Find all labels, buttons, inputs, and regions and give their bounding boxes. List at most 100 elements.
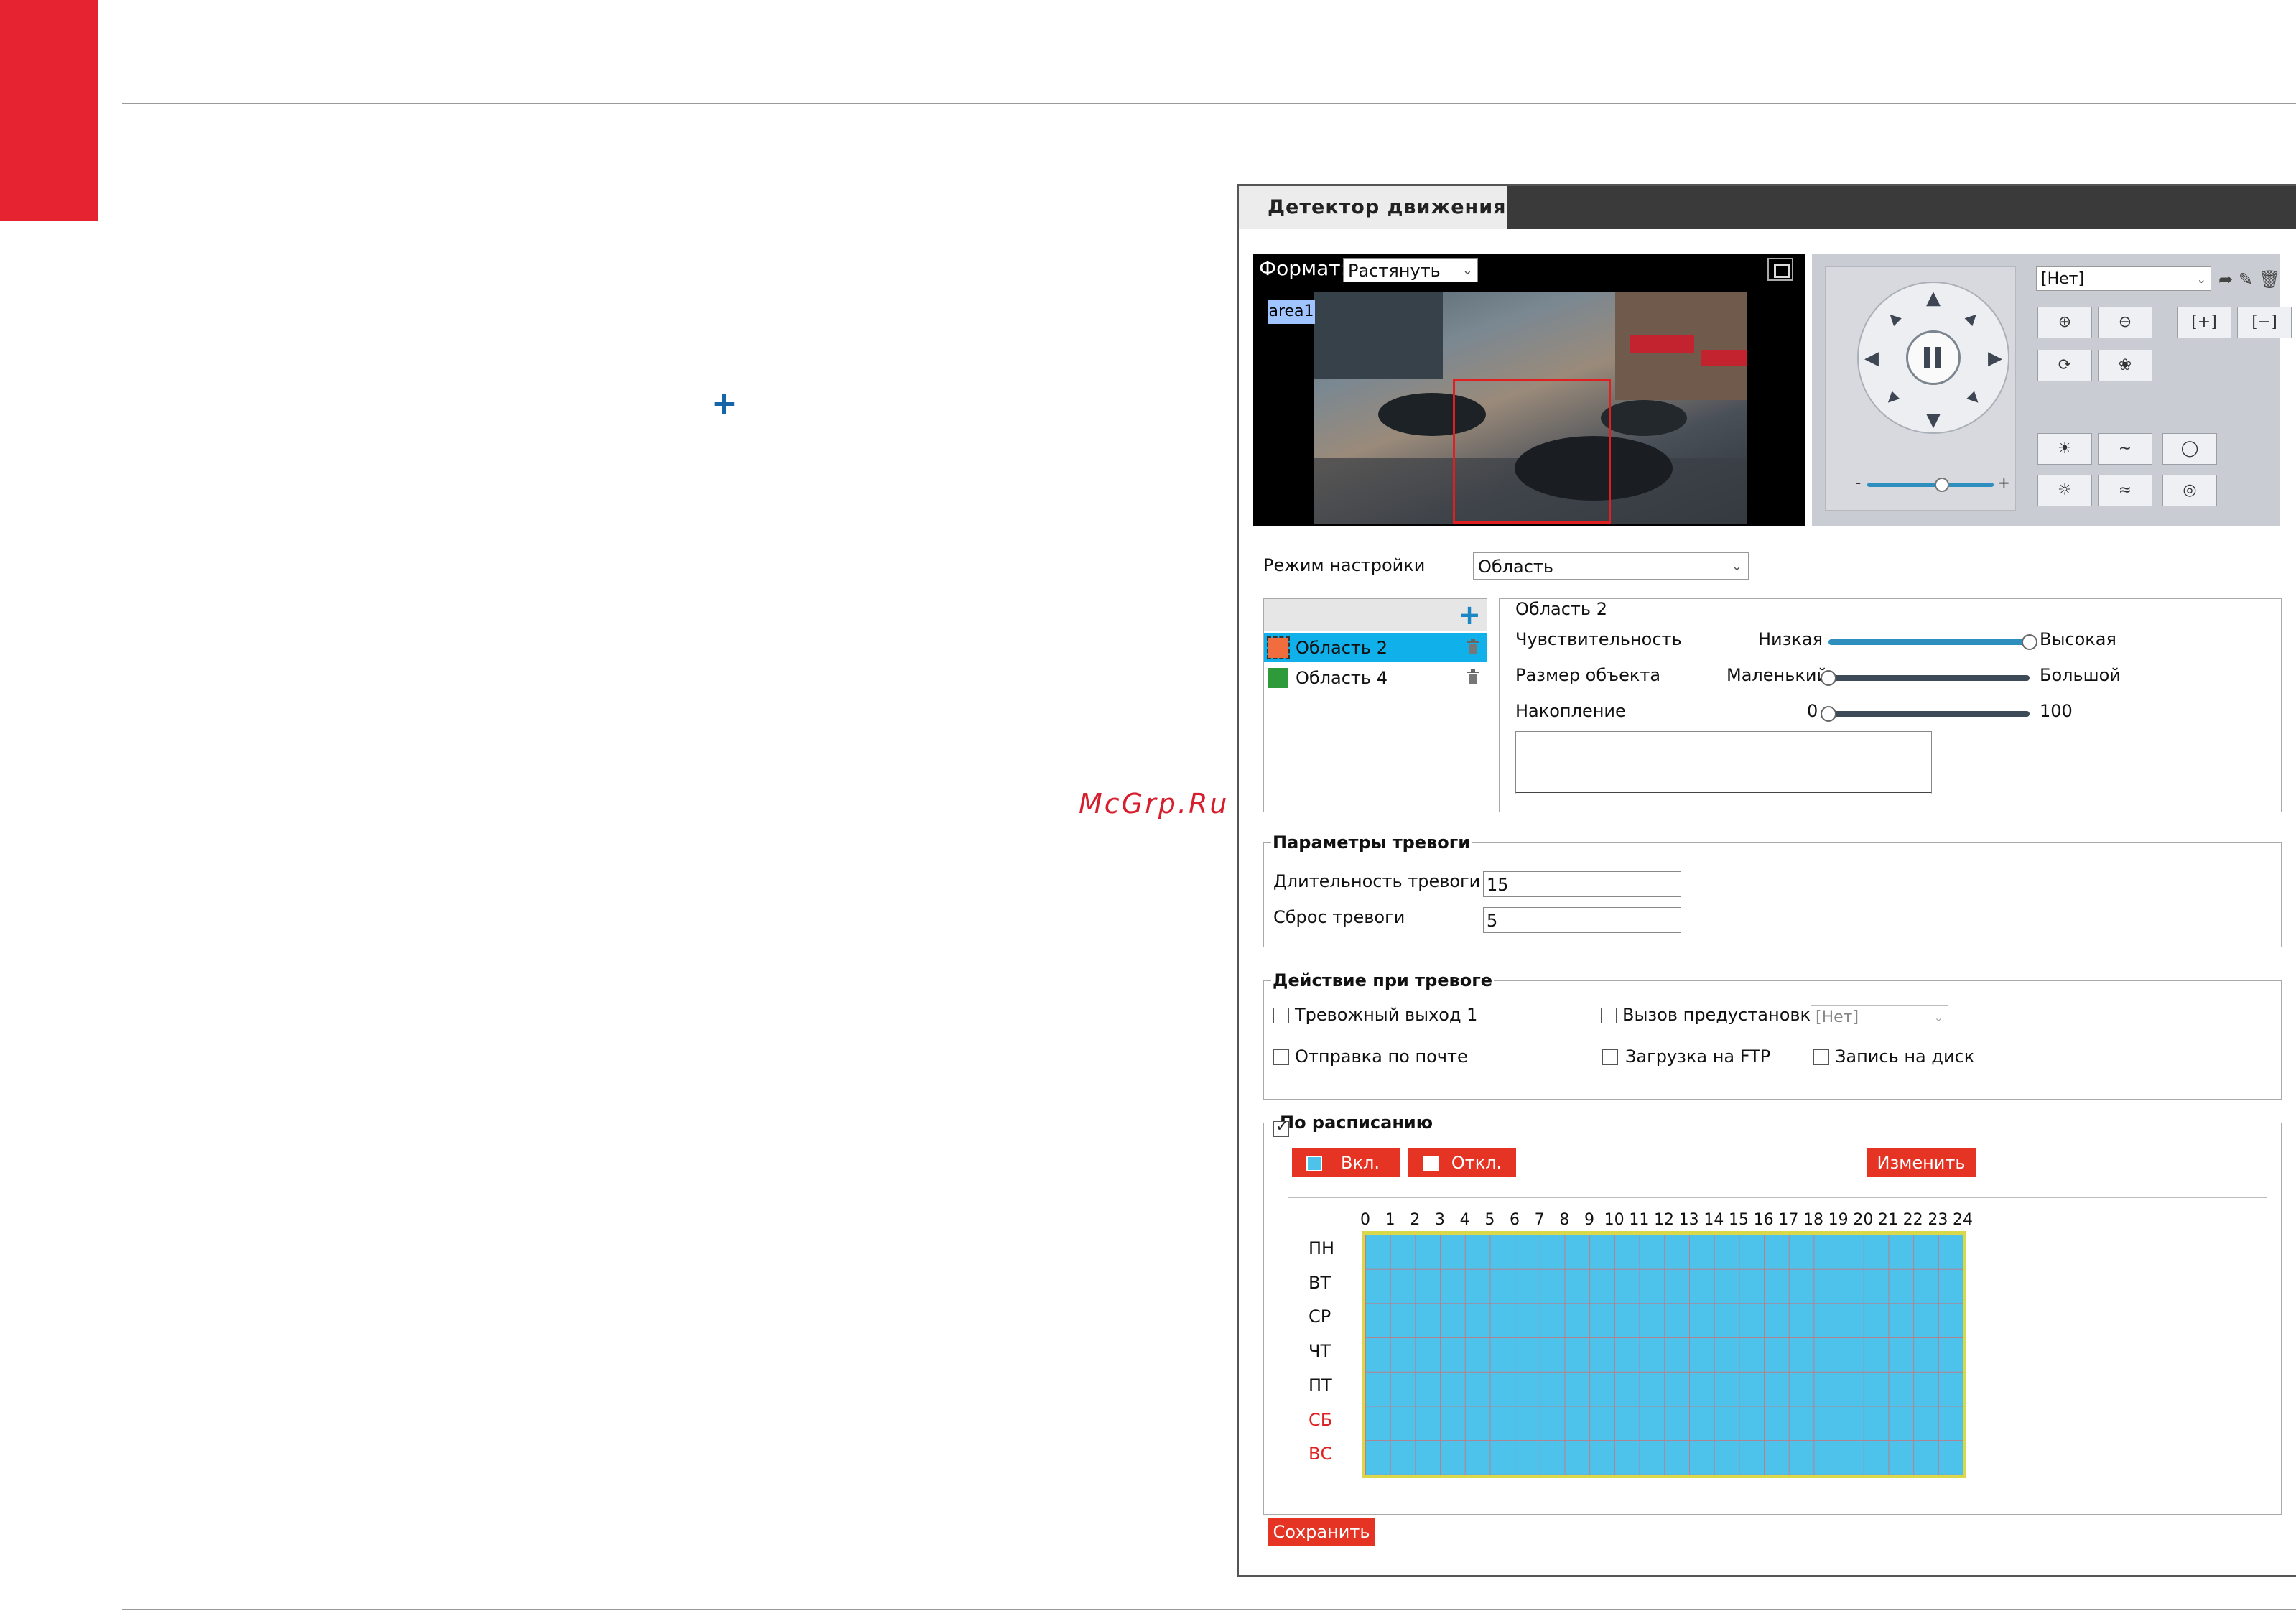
pencil-icon[interactable]: ✎ xyxy=(2239,269,2253,289)
alarm-output-checkbox[interactable] xyxy=(1273,1008,1289,1023)
hour-label: 9 xyxy=(1584,1211,1594,1229)
accumulation-knob[interactable] xyxy=(1821,706,1836,722)
hour-label: 18 xyxy=(1803,1211,1823,1229)
heater-on-icon[interactable]: ◯ xyxy=(2162,433,2217,465)
arrow-left-icon[interactable]: ◀ xyxy=(1864,349,1879,368)
object-size-min-label: Маленький xyxy=(1726,665,1828,685)
arrow-down-left-icon[interactable]: ▼ xyxy=(1883,388,1903,408)
video-preview[interactable]: Формат: Растянуть ⌄ area1 xyxy=(1253,254,1805,526)
footer-divider xyxy=(122,1609,2296,1610)
off-swatch xyxy=(1423,1156,1439,1171)
trash-icon[interactable] xyxy=(1467,639,1479,655)
area-list-item[interactable]: Область 4 xyxy=(1264,664,1487,692)
hour-label: 6 xyxy=(1510,1211,1520,1229)
ptz-speed-knob[interactable] xyxy=(1935,478,1949,492)
schedule-on-button[interactable]: Вкл. xyxy=(1292,1148,1400,1177)
fullscreen-icon[interactable] xyxy=(1767,258,1793,281)
hour-label: 4 xyxy=(1459,1211,1470,1229)
area-color-swatch xyxy=(1267,636,1290,659)
light-on-icon[interactable]: ☀ xyxy=(2037,433,2092,465)
trash-icon[interactable] xyxy=(1467,669,1479,685)
schedule-edit-button[interactable]: Изменить xyxy=(1867,1148,1976,1177)
schedule-grid[interactable] xyxy=(1362,1231,1966,1478)
mode-select[interactable]: Область ⌄ xyxy=(1473,552,1749,580)
area-color-swatch xyxy=(1268,668,1288,688)
email-label: Отправка по почте xyxy=(1295,1046,1468,1067)
direction-dial[interactable]: ▲ ▼ ◀ ▶ ▲ ▲ ▼ ▼ xyxy=(1857,282,2009,434)
day-label: СБ xyxy=(1309,1409,1333,1430)
accumulation-graph xyxy=(1515,731,1932,794)
preset-select[interactable]: [Нет] ⌄ xyxy=(2036,266,2211,291)
hour-label: 11 xyxy=(1629,1211,1650,1229)
light-off-icon[interactable]: ☼ xyxy=(2037,475,2092,506)
iris-open-icon[interactable]: ⟳ xyxy=(2037,350,2092,381)
accumulation-label: Накопление xyxy=(1515,701,1626,721)
add-area-icon[interactable]: + xyxy=(1458,600,1481,629)
schedule-checkbox[interactable] xyxy=(1273,1118,1289,1137)
day-label: ПТ xyxy=(1309,1375,1332,1396)
hour-label: 17 xyxy=(1778,1211,1799,1229)
focus-near-icon[interactable]: [+] xyxy=(2177,307,2231,338)
format-select[interactable]: Растянуть ⌄ xyxy=(1343,258,1478,282)
trash-icon[interactable]: 🗑 xyxy=(2259,269,2280,289)
accumulation-max-label: 100 xyxy=(2040,701,2073,721)
hour-label: 0 xyxy=(1360,1211,1370,1229)
alarm-reset-label: Сброс тревоги xyxy=(1273,907,1405,927)
sensitivity-min-label: Низкая xyxy=(1758,629,1823,649)
focus-far-icon[interactable]: [−] xyxy=(2237,307,2292,338)
ptz-speed-slider[interactable] xyxy=(1867,483,1994,487)
wiper-off-icon[interactable]: ≈ xyxy=(2098,475,2152,506)
area-list-header: + xyxy=(1264,599,1487,631)
alarm-params-legend: Параметры тревоги xyxy=(1273,832,1471,853)
iris-close-icon[interactable]: ❀ xyxy=(2098,350,2152,381)
arrow-down-right-icon[interactable]: ▼ xyxy=(1963,388,1984,408)
arrow-up-icon[interactable]: ▲ xyxy=(1926,289,1941,307)
ftp-checkbox[interactable] xyxy=(1602,1049,1618,1065)
area-settings: Область 2 Чувствительность Низкая Высока… xyxy=(1499,598,2282,812)
arrow-down-icon[interactable]: ▼ xyxy=(1926,411,1941,430)
pause-icon[interactable] xyxy=(1906,330,1961,385)
alarm-duration-input[interactable]: 15 xyxy=(1483,871,1681,897)
record-label: Запись на диск xyxy=(1835,1046,1975,1067)
sensitivity-slider[interactable] xyxy=(1828,639,2030,645)
object-size-knob[interactable] xyxy=(1821,670,1836,686)
hour-label: 15 xyxy=(1729,1211,1749,1229)
object-size-slider[interactable] xyxy=(1828,675,2030,681)
record-checkbox[interactable] xyxy=(1813,1049,1829,1065)
header-divider xyxy=(122,103,2296,104)
zoom-in-icon[interactable]: ⊕ xyxy=(2037,307,2092,338)
save-button[interactable]: Сохранить xyxy=(1268,1518,1375,1546)
arrow-up-left-icon[interactable]: ▲ xyxy=(1883,307,1903,328)
sensitivity-max-label: Высокая xyxy=(2040,629,2116,649)
page-corner-tab xyxy=(0,0,98,221)
watermark: McGrp.Ru xyxy=(1079,788,1230,820)
zoom-out-icon[interactable]: ⊖ xyxy=(2098,307,2152,338)
goto-preset-icon[interactable]: ➦ xyxy=(2218,269,2233,289)
wiper-on-icon[interactable]: ∼ xyxy=(2098,433,2152,465)
heater-off-icon[interactable]: ◎ xyxy=(2162,475,2217,506)
alarm-preset-select[interactable]: [Нет] ⌄ xyxy=(1811,1005,1948,1029)
arrow-right-icon[interactable]: ▶ xyxy=(1988,349,2002,368)
schedule-table: 0 1 2 3 4 5 6 7 8 9 10 11 12 13 14 15 16 17 18 19 20 21 22 23 24… xyxy=(1288,1197,2267,1490)
preset-call-checkbox[interactable] xyxy=(1601,1008,1617,1023)
alarm-action-legend: Действие при тревоге xyxy=(1273,970,1493,990)
tab-bar: Детектор движения xyxy=(1239,186,2296,229)
alarm-reset-input[interactable]: 5 xyxy=(1483,907,1681,933)
accumulation-slider[interactable] xyxy=(1828,711,2030,717)
arrow-up-right-icon[interactable]: ▲ xyxy=(1963,307,1984,328)
zoom-minus: - xyxy=(1856,474,1862,491)
day-label: ВС xyxy=(1309,1444,1333,1464)
area-list-item[interactable]: Область 2 xyxy=(1264,633,1487,662)
camera-image[interactable] xyxy=(1314,292,1747,524)
schedule-off-button[interactable]: Откл. xyxy=(1408,1148,1516,1177)
detection-area-rect[interactable] xyxy=(1453,379,1611,524)
day-label: СР xyxy=(1309,1306,1331,1327)
hour-label: 16 xyxy=(1753,1211,1774,1229)
object-size-max-label: Большой xyxy=(2040,665,2121,685)
area-tag: area1 xyxy=(1268,300,1315,324)
hour-label: 10 xyxy=(1604,1211,1625,1229)
sensitivity-knob[interactable] xyxy=(2022,634,2037,650)
hour-label: 24 xyxy=(1953,1211,1973,1229)
email-checkbox[interactable] xyxy=(1273,1049,1289,1065)
tab-motion-detection[interactable]: Детектор движения xyxy=(1239,186,1507,229)
